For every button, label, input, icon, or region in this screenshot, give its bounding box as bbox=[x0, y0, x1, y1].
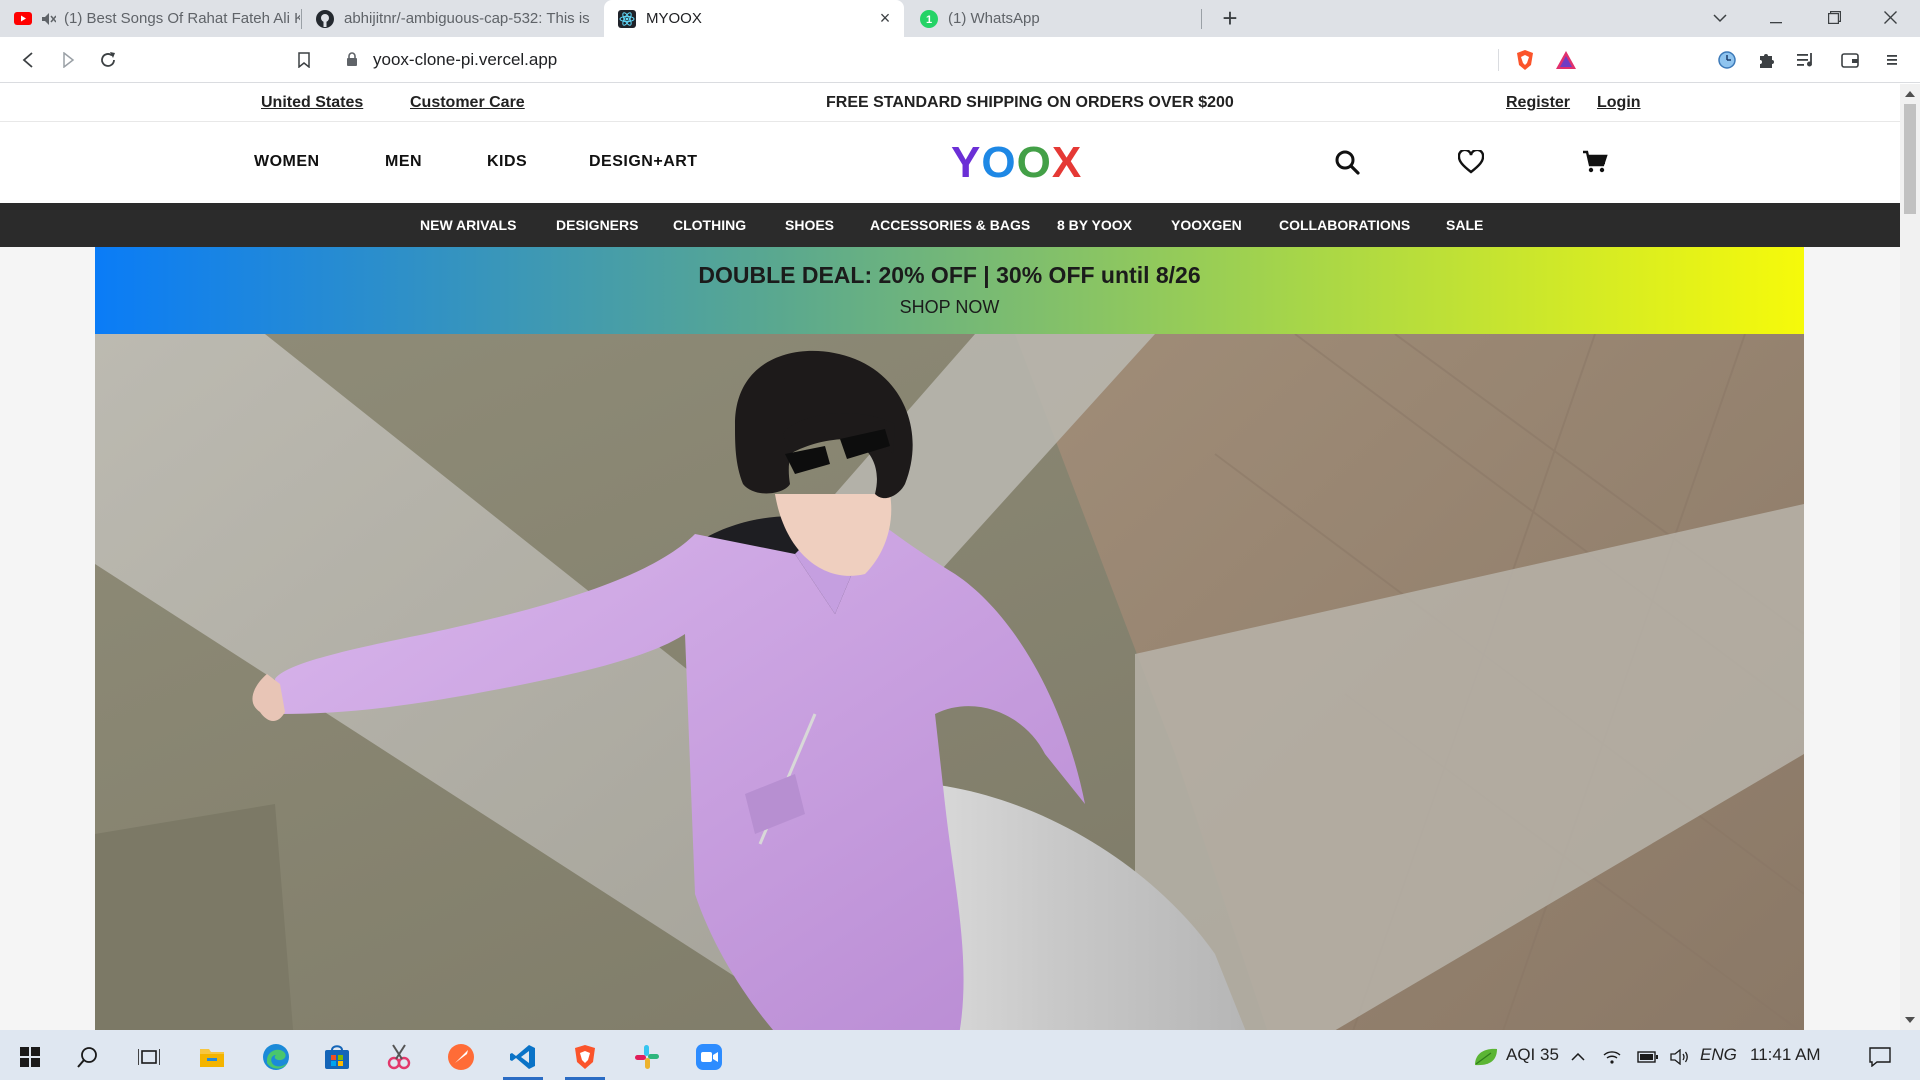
page-viewport: United States Customer Care FREE STANDAR… bbox=[0, 84, 1900, 1030]
logo-letter: O bbox=[1016, 138, 1052, 187]
nav-design-art[interactable]: DESIGN+ART bbox=[589, 153, 698, 171]
nav-kids[interactable]: KIDS bbox=[487, 153, 527, 171]
omnibox-divider bbox=[1498, 49, 1499, 71]
network-icon[interactable] bbox=[1600, 1037, 1624, 1077]
wallet-icon[interactable] bbox=[1836, 46, 1864, 74]
show-hidden-icons-chevron-icon[interactable] bbox=[1566, 1037, 1590, 1077]
tab-github[interactable]: abhijitnr/-ambiguous-cap-532: This is bbox=[302, 0, 602, 37]
restore-button[interactable] bbox=[1806, 0, 1862, 37]
tab-title: (1) WhatsApp bbox=[948, 10, 1040, 27]
cat-accessories-bags[interactable]: ACCESSORIES & BAGS bbox=[870, 217, 1030, 233]
search-icon[interactable] bbox=[1330, 145, 1364, 179]
customer-care-link[interactable]: Customer Care bbox=[410, 94, 525, 112]
promo-banner[interactable]: DOUBLE DEAL: 20% OFF | 30% OFF until 8/2… bbox=[95, 247, 1804, 334]
edge-icon[interactable] bbox=[252, 1037, 300, 1077]
url-text: yoox-clone-pi.vercel.app bbox=[373, 50, 558, 69]
browser-toolbar: yoox-clone-pi.vercel.app bbox=[0, 37, 1920, 83]
tab-myoox[interactable]: MYOOX × bbox=[604, 0, 904, 37]
github-icon bbox=[316, 9, 334, 28]
cart-icon[interactable] bbox=[1578, 145, 1612, 179]
cat-8-by-yoox[interactable]: 8 BY YOOX bbox=[1057, 217, 1132, 233]
nav-women[interactable]: WOMEN bbox=[254, 153, 320, 171]
file-explorer-icon[interactable] bbox=[188, 1037, 236, 1077]
logo-letter: Y bbox=[951, 138, 982, 187]
extension-clock-icon[interactable] bbox=[1713, 46, 1741, 74]
brave-rewards-icon[interactable] bbox=[1552, 46, 1580, 74]
clock[interactable]: 11:41 AM bbox=[1750, 1045, 1821, 1065]
address-bar[interactable]: yoox-clone-pi.vercel.app bbox=[330, 43, 1590, 77]
close-tab-icon[interactable]: × bbox=[876, 9, 894, 27]
shop-now-link[interactable]: SHOP NOW bbox=[95, 297, 1804, 318]
brave-icon[interactable] bbox=[561, 1037, 609, 1080]
cat-clothing[interactable]: CLOTHING bbox=[673, 217, 746, 233]
windows-taskbar: AQI 35 ENG 11:41 AM bbox=[0, 1030, 1920, 1080]
cat-new-arrivals[interactable]: NEW ARIVALS bbox=[420, 217, 516, 233]
store-icon[interactable] bbox=[313, 1037, 361, 1077]
cat-collaborations[interactable]: COLLABORATIONS bbox=[1279, 217, 1410, 233]
tab-title: (1) Best Songs Of Rahat Fateh Ali K bbox=[64, 10, 300, 27]
forward-button[interactable] bbox=[54, 46, 82, 74]
browser-tab-strip: (1) Best Songs Of Rahat Fateh Ali K abhi… bbox=[0, 0, 1920, 37]
wishlist-heart-icon[interactable] bbox=[1454, 145, 1488, 179]
zoom-icon[interactable] bbox=[685, 1037, 733, 1077]
svg-text:1: 1 bbox=[926, 14, 932, 26]
cat-shoes[interactable]: SHOES bbox=[785, 217, 834, 233]
new-tab-button[interactable]: + bbox=[1215, 3, 1245, 33]
back-button[interactable] bbox=[14, 46, 42, 74]
browser-menu-icon[interactable] bbox=[1878, 46, 1906, 74]
logo-letter: O bbox=[981, 138, 1017, 187]
country-link[interactable]: United States bbox=[261, 94, 363, 112]
windows-start-icon[interactable] bbox=[6, 1037, 54, 1077]
search-icon[interactable] bbox=[64, 1037, 112, 1077]
scroll-up-arrow-icon[interactable] bbox=[1904, 88, 1916, 100]
main-nav: WOMEN MEN KIDS DESIGN+ART YOOX bbox=[0, 122, 1900, 203]
cat-designers[interactable]: DESIGNERS bbox=[556, 217, 638, 233]
muted-audio-icon[interactable] bbox=[42, 10, 56, 28]
category-bar: NEW ARIVALS DESIGNERS CLOTHING SHOES ACC… bbox=[0, 203, 1900, 247]
scrollbar-thumb[interactable] bbox=[1904, 104, 1916, 214]
volume-icon[interactable] bbox=[1668, 1037, 1692, 1077]
youtube-icon bbox=[14, 10, 32, 28]
notifications-icon[interactable] bbox=[1856, 1037, 1904, 1077]
register-link[interactable]: Register bbox=[1506, 94, 1570, 112]
scroll-down-arrow-icon[interactable] bbox=[1904, 1014, 1916, 1026]
hero-image[interactable] bbox=[95, 334, 1804, 1030]
tab-title: MYOOX bbox=[646, 10, 702, 27]
language-indicator[interactable]: ENG bbox=[1700, 1045, 1737, 1065]
shipping-message: FREE STANDARD SHIPPING ON ORDERS OVER $2… bbox=[826, 94, 1234, 111]
tab-title: abhijitnr/-ambiguous-cap-532: This is bbox=[344, 10, 590, 27]
aqi-readout[interactable]: AQI 35 bbox=[1506, 1045, 1559, 1065]
close-window-button[interactable] bbox=[1862, 0, 1918, 37]
nav-men[interactable]: MEN bbox=[385, 153, 422, 171]
utility-bar: United States Customer Care FREE STANDAR… bbox=[0, 84, 1900, 122]
postman-icon[interactable] bbox=[437, 1037, 485, 1077]
reload-button[interactable] bbox=[94, 46, 122, 74]
tab-divider bbox=[1201, 9, 1202, 29]
vscode-icon[interactable] bbox=[499, 1037, 547, 1080]
page-scrollbar[interactable] bbox=[1900, 84, 1920, 1030]
brave-shields-icon[interactable] bbox=[1511, 46, 1539, 74]
tab-search-chevron-icon[interactable] bbox=[1692, 0, 1748, 37]
task-view-icon[interactable] bbox=[125, 1037, 173, 1077]
weather-leaf-icon[interactable] bbox=[1462, 1037, 1510, 1077]
login-link[interactable]: Login bbox=[1597, 94, 1641, 112]
cat-sale[interactable]: SALE bbox=[1446, 217, 1483, 233]
extensions-puzzle-icon[interactable] bbox=[1753, 46, 1781, 74]
slack-icon[interactable] bbox=[623, 1037, 671, 1077]
bookmark-icon[interactable] bbox=[290, 46, 318, 74]
hero-model-illustration bbox=[95, 334, 1804, 1030]
logo-letter: X bbox=[1051, 138, 1083, 187]
promo-headline: DOUBLE DEAL: 20% OFF | 30% OFF until 8/2… bbox=[698, 262, 1201, 288]
tab-whatsapp[interactable]: 1 (1) WhatsApp bbox=[906, 0, 1200, 37]
lock-icon bbox=[346, 52, 358, 66]
yoox-logo[interactable]: YOOX bbox=[951, 138, 1082, 188]
snipping-tool-icon[interactable] bbox=[375, 1037, 423, 1077]
react-icon bbox=[618, 9, 636, 28]
whatsapp-icon: 1 bbox=[920, 9, 938, 28]
tab-youtube[interactable]: (1) Best Songs Of Rahat Fateh Ali K bbox=[0, 0, 300, 37]
battery-icon[interactable] bbox=[1636, 1037, 1660, 1077]
minimize-button[interactable] bbox=[1748, 0, 1804, 37]
media-playlist-icon[interactable] bbox=[1792, 46, 1820, 74]
cat-yooxgen[interactable]: YOOXGEN bbox=[1171, 217, 1242, 233]
